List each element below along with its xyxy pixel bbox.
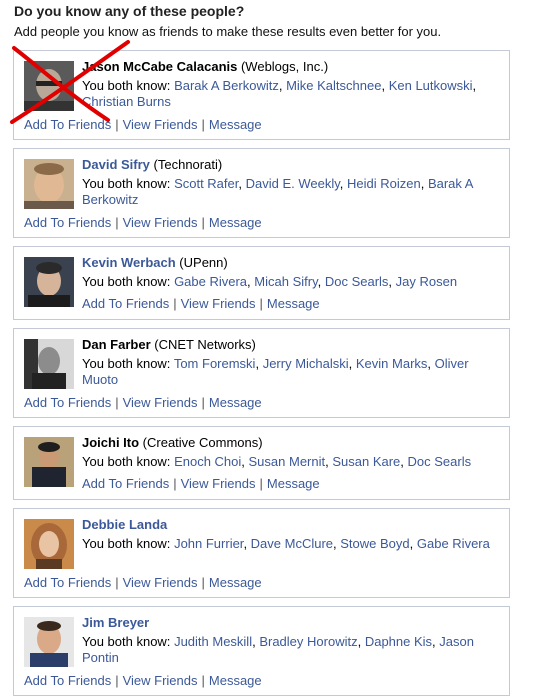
view-friends-link[interactable]: View Friends: [123, 673, 198, 688]
person-card: Jason McCabe Calacanis (Weblogs, Inc.) Y…: [13, 50, 510, 140]
card-actions: Add To Friends | View Friends | Message: [24, 395, 262, 410]
mutual-friend-link[interactable]: Heidi Roizen: [347, 176, 421, 191]
mutual-friend-link[interactable]: Jerry Michalski: [263, 356, 349, 371]
mutual-friend-link[interactable]: Judith Meskill: [174, 634, 252, 649]
card-actions: Add To Friends | View Friends | Message: [82, 476, 320, 491]
mutual-friend-link[interactable]: Ken Lutkowski: [389, 78, 473, 93]
message-link[interactable]: Message: [209, 395, 262, 410]
person-name[interactable]: David Sifry: [82, 157, 150, 172]
mutual-friend-link[interactable]: Doc Searls: [325, 274, 389, 289]
you-both-know-label: You both know:: [82, 176, 171, 191]
person-org: (Technorati): [149, 157, 223, 172]
person-name[interactable]: Debbie Landa: [82, 517, 167, 532]
mutual-friends: You both know: Gabe Rivera, Micah Sifry,…: [82, 274, 458, 289]
mutual-friend-link[interactable]: Susan Mernit: [249, 454, 326, 469]
add-to-friends-link[interactable]: Add To Friends: [82, 296, 169, 311]
person-org: (UPenn): [175, 255, 228, 270]
person-card: Debbie Landa You both know: John Furrier…: [13, 508, 510, 598]
avatar[interactable]: [24, 61, 74, 111]
person-org: (CNET Networks): [150, 337, 256, 352]
mutual-friend-link[interactable]: John Furrier: [174, 536, 243, 551]
view-friends-link[interactable]: View Friends: [123, 575, 198, 590]
view-friends-link[interactable]: View Friends: [181, 296, 256, 311]
mutual-friends: You both know: John Furrier, Dave McClur…: [82, 536, 490, 551]
message-link[interactable]: Message: [209, 575, 262, 590]
add-to-friends-link[interactable]: Add To Friends: [24, 575, 111, 590]
mutual-friend-link[interactable]: Enoch Choi: [174, 454, 241, 469]
mutual-friend-link[interactable]: Barak A Berkowitz: [174, 78, 279, 93]
card-actions: Add To Friends | View Friends | Message: [24, 575, 262, 590]
mutual-friends: You both know: Scott Rafer, David E. Wee…: [82, 176, 473, 207]
avatar[interactable]: [24, 617, 74, 667]
mutual-friend-link[interactable]: Doc Searls: [408, 454, 472, 469]
message-link[interactable]: Message: [209, 215, 262, 230]
mutual-friend-link[interactable]: Susan Kare: [332, 454, 400, 469]
person-name[interactable]: Jim Breyer: [82, 615, 149, 630]
avatar[interactable]: [24, 339, 74, 389]
person-name[interactable]: Kevin Werbach: [82, 255, 176, 270]
you-both-know-label: You both know:: [82, 634, 171, 649]
you-both-know-label: You both know:: [82, 274, 171, 289]
card-actions: Add To Friends | View Friends | Message: [24, 117, 262, 132]
add-to-friends-link[interactable]: Add To Friends: [24, 215, 111, 230]
message-link[interactable]: Message: [209, 117, 262, 132]
person-name[interactable]: Jason McCabe Calacanis: [82, 59, 237, 74]
mutual-friend-link[interactable]: Micah Sifry: [254, 274, 317, 289]
person-card: Dan Farber (CNET Networks) You both know…: [13, 328, 510, 418]
view-friends-link[interactable]: View Friends: [123, 215, 198, 230]
page-title: Do you know any of these people?: [14, 3, 245, 19]
mutual-friend-link[interactable]: Scott Rafer: [174, 176, 238, 191]
card-actions: Add To Friends | View Friends | Message: [24, 673, 262, 688]
card-actions: Add To Friends | View Friends | Message: [24, 215, 262, 230]
you-both-know-label: You both know:: [82, 536, 171, 551]
add-to-friends-link[interactable]: Add To Friends: [24, 673, 111, 688]
person-card: Jim Breyer You both know: Judith Meskill…: [13, 606, 510, 696]
avatar[interactable]: [24, 437, 74, 487]
view-friends-link[interactable]: View Friends: [123, 117, 198, 132]
person-org: (Creative Commons): [139, 435, 263, 450]
avatar[interactable]: [24, 257, 74, 307]
add-to-friends-link[interactable]: Add To Friends: [24, 395, 111, 410]
mutual-friends: You both know: Enoch Choi, Susan Mernit,…: [82, 454, 472, 469]
you-both-know-label: You both know:: [82, 356, 171, 371]
mutual-friends: You both know: Barak A Berkowitz, Mike K…: [82, 78, 477, 109]
message-link[interactable]: Message: [209, 673, 262, 688]
header: Do you know any of these people? Add peo…: [14, 2, 441, 40]
person-name[interactable]: Joichi Ito: [82, 435, 139, 450]
mutual-friend-link[interactable]: Kevin Marks: [356, 356, 428, 371]
mutual-friend-link[interactable]: David E. Weekly: [246, 176, 340, 191]
person-card: Kevin Werbach (UPenn) You both know: Gab…: [13, 246, 510, 320]
avatar[interactable]: [24, 519, 74, 569]
person-card: Joichi Ito (Creative Commons) You both k…: [13, 426, 510, 500]
person-name[interactable]: Dan Farber: [82, 337, 151, 352]
avatar[interactable]: [24, 159, 74, 209]
mutual-friend-link[interactable]: Jay Rosen: [396, 274, 457, 289]
you-both-know-label: You both know:: [82, 78, 171, 93]
mutual-friends: You both know: Tom Foremski, Jerry Micha…: [82, 356, 469, 387]
page-subtitle: Add people you know as friends to make t…: [14, 24, 442, 39]
you-both-know-label: You both know:: [82, 454, 171, 469]
mutual-friend-link[interactable]: Mike Kaltschnee: [286, 78, 381, 93]
card-actions: Add To Friends | View Friends | Message: [82, 296, 320, 311]
mutual-friend-link[interactable]: Gabe Rivera: [174, 274, 247, 289]
add-to-friends-link[interactable]: Add To Friends: [24, 117, 111, 132]
view-friends-link[interactable]: View Friends: [123, 395, 198, 410]
mutual-friend-link[interactable]: Tom Foremski: [174, 356, 256, 371]
mutual-friend-link[interactable]: Dave McClure: [251, 536, 333, 551]
message-link[interactable]: Message: [267, 476, 320, 491]
person-card: David Sifry (Technorati) You both know: …: [13, 148, 510, 238]
mutual-friend-link[interactable]: Bradley Horowitz: [259, 634, 357, 649]
mutual-friend-link[interactable]: Stowe Boyd: [340, 536, 409, 551]
mutual-friend-link[interactable]: Christian Burns: [82, 94, 171, 109]
add-to-friends-link[interactable]: Add To Friends: [82, 476, 169, 491]
person-org: (Weblogs, Inc.): [237, 59, 329, 74]
mutual-friend-link[interactable]: Daphne Kis: [365, 634, 432, 649]
mutual-friends: You both know: Judith Meskill, Bradley H…: [82, 634, 474, 665]
mutual-friend-link[interactable]: Gabe Rivera: [417, 536, 490, 551]
view-friends-link[interactable]: View Friends: [181, 476, 256, 491]
message-link[interactable]: Message: [267, 296, 320, 311]
